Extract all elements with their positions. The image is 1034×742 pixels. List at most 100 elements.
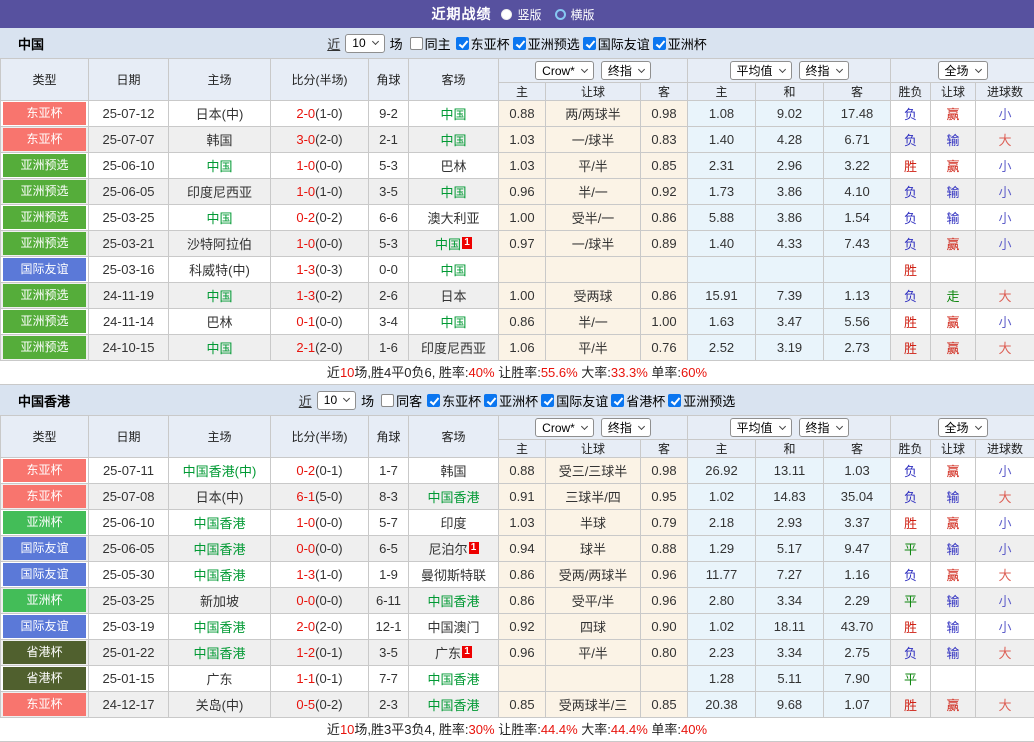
cell-odds-home: 0.85 (499, 692, 546, 718)
same-venue-checkbox[interactable]: 同客 (381, 391, 422, 410)
cell-score: 0-2(0-2) (271, 205, 369, 231)
cell-date: 25-03-19 (89, 614, 169, 640)
cell-avg-away: 7.43 (824, 231, 891, 257)
cell-odds-handicap: 平/半 (546, 335, 641, 361)
competition-checkbox[interactable]: 亚洲杯 (484, 391, 538, 410)
competition-checkbox[interactable]: 亚洲杯 (653, 34, 707, 53)
recent-count-select[interactable]: 10 (345, 34, 384, 53)
summary-segment: 44.4% (611, 722, 648, 737)
column-header: 角球 (369, 416, 409, 458)
cell-odds-away: 0.80 (641, 640, 688, 666)
competition-checkbox[interactable]: 东亚杯 (456, 34, 510, 53)
final-index-select[interactable]: 终指 (601, 61, 651, 80)
competition-checkbox[interactable]: 亚洲预选 (668, 391, 735, 410)
odds-select-group: 平均值终指 (688, 59, 891, 83)
cell-odds-handicap: 平/半 (546, 153, 641, 179)
cell-avg-draw (756, 257, 824, 283)
average-select-value: 平均值 (737, 419, 773, 436)
competition-checkbox[interactable]: 国际友谊 (541, 391, 608, 410)
cell-result-wdl: 负 (891, 101, 931, 127)
competition-checkbox[interactable]: 国际友谊 (583, 34, 650, 53)
recent-count-select[interactable]: 10 (317, 391, 356, 410)
cell-corner: 3-5 (369, 179, 409, 205)
summary-segment: 单率: (648, 722, 681, 737)
chevron-down-icon (778, 65, 785, 72)
cell-result-handicap: 赢 (931, 692, 976, 718)
final-index-select-2[interactable]: 终指 (799, 61, 849, 80)
same-venue-checkbox[interactable]: 同主 (410, 34, 451, 53)
cell-away-team: 澳大利亚 (409, 205, 499, 231)
cell-avg-home: 20.38 (688, 692, 756, 718)
same-venue-checkbox-label: 同主 (425, 34, 451, 53)
odds-company-select[interactable]: Crow* (535, 418, 594, 437)
summary-segment: 40% (469, 365, 495, 380)
cell-result-wdl: 胜 (891, 510, 931, 536)
halftime-score: (5-0) (315, 489, 342, 504)
cell-avg-away: 1.03 (824, 458, 891, 484)
chevron-down-icon (581, 422, 588, 429)
competition-checkbox[interactable]: 省港杯 (611, 391, 665, 410)
halftime-score: (0-0) (315, 541, 342, 556)
cell-type: 亚洲杯 (1, 588, 89, 614)
cell-avg-draw: 5.11 (756, 666, 824, 692)
fulltime-select-value: 全场 (945, 419, 969, 436)
cell-score: 0-0(0-0) (271, 536, 369, 562)
odds-select-inner: 全场 (891, 61, 1034, 80)
cell-home-team: 中国香港 (169, 536, 271, 562)
competition-checkbox[interactable]: 东亚杯 (427, 391, 481, 410)
cell-avg-away: 3.22 (824, 153, 891, 179)
cell-score: 6-1(5-0) (271, 484, 369, 510)
cell-avg-away: 7.90 (824, 666, 891, 692)
cell-odds-away: 0.95 (641, 484, 688, 510)
odds-select-inner: 平均值 终指 (688, 418, 890, 437)
cell-away-team: 印度尼西亚 (409, 335, 499, 361)
cell-avg-home: 1.28 (688, 666, 756, 692)
cell-avg-draw: 18.11 (756, 614, 824, 640)
radio-horizontal-layout[interactable] (555, 9, 566, 20)
average-select[interactable]: 平均值 (730, 418, 792, 437)
competition-checkbox[interactable]: 亚洲预选 (513, 34, 580, 53)
cell-odds-handicap: 受两球半/三 (546, 692, 641, 718)
cell-result-handicap: 输 (931, 640, 976, 666)
fulltime-score: 0-0 (296, 541, 315, 556)
match-row: 东亚杯25-07-08日本(中)6-1(5-0)8-3中国香港0.91三球半/四… (1, 484, 1034, 510)
average-select[interactable]: 平均值 (730, 61, 792, 80)
cell-date: 24-12-17 (89, 692, 169, 718)
cell-home-team: 中国 (169, 283, 271, 309)
cell-type: 东亚杯 (1, 692, 89, 718)
fulltime-select[interactable]: 全场 (938, 418, 988, 437)
cell-result-wdl: 胜 (891, 692, 931, 718)
fulltime-select[interactable]: 全场 (938, 61, 988, 80)
summary-segment: 近 (327, 722, 340, 737)
type-badge: 国际友谊 (3, 258, 86, 281)
away-team-name: 日本 (440, 289, 466, 304)
column-subheader: 主 (688, 440, 756, 458)
radio-vertical-layout[interactable] (501, 9, 512, 20)
cell-avg-away: 9.47 (824, 536, 891, 562)
away-team-name: 中国香港 (427, 672, 479, 687)
fulltime-score: 1-2 (296, 645, 315, 660)
cell-result-handicap: 输 (931, 179, 976, 205)
cell-odds-home (499, 257, 546, 283)
match-row: 东亚杯24-12-17关岛(中)0-5(0-2)2-3中国香港0.85受两球半/… (1, 692, 1034, 718)
odds-company-select[interactable]: Crow* (535, 61, 594, 80)
same-venue-checkbox-label: 同客 (396, 391, 422, 410)
fulltime-score: 1-1 (296, 671, 315, 686)
chevron-down-icon (975, 422, 982, 429)
competition-checkbox-label: 国际友谊 (556, 391, 608, 410)
cell-odds-away: 0.86 (641, 205, 688, 231)
match-row: 亚洲预选24-11-14巴林0-1(0-0)3-4中国0.86半/一1.001.… (1, 309, 1034, 335)
final-index-select-2[interactable]: 终指 (799, 418, 849, 437)
odds-select-inner: Crow* 终指 (499, 61, 687, 80)
away-team-name: 印度尼西亚 (421, 341, 486, 356)
final-index-select[interactable]: 终指 (601, 418, 651, 437)
type-badge: 亚洲预选 (3, 154, 86, 177)
cell-avg-home: 2.80 (688, 588, 756, 614)
cell-away-team: 广东1 (409, 640, 499, 666)
cell-avg-draw: 3.47 (756, 309, 824, 335)
cell-score: 1-0(0-0) (271, 231, 369, 257)
cell-odds-away: 0.90 (641, 614, 688, 640)
cell-home-team: 中国香港 (169, 640, 271, 666)
summary-line: 近10场,胜3平3负4, 胜率:30% 让胜率:44.4% 大率:44.4% 单… (0, 718, 1034, 742)
summary-segment: 33.3% (611, 365, 648, 380)
